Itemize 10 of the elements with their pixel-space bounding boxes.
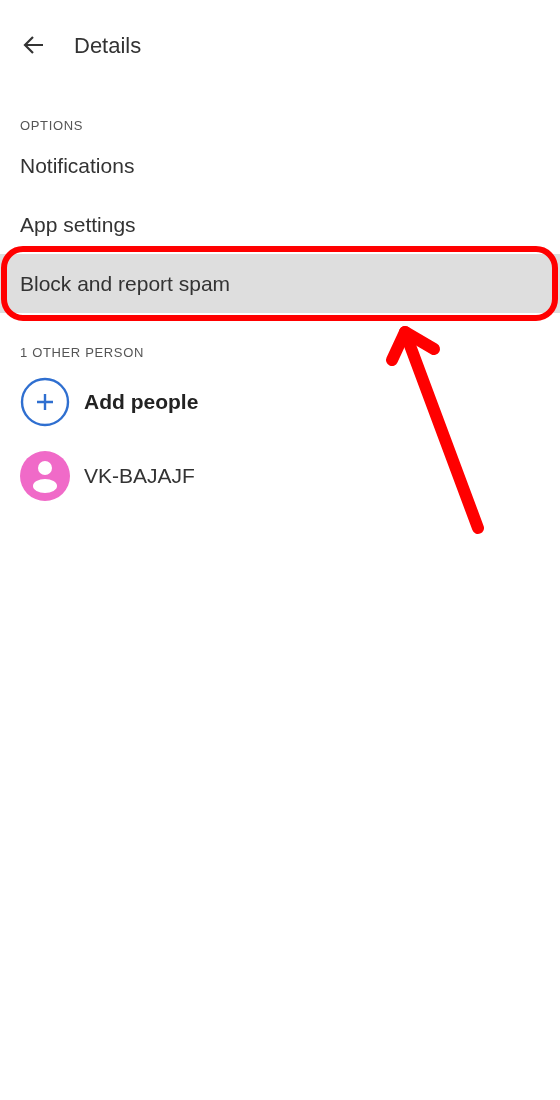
- avatar-icon[interactable]: [20, 451, 70, 501]
- menu-item[interactable]: Block and report spam: [0, 254, 560, 313]
- add-circle-icon[interactable]: [20, 377, 70, 427]
- menu-item[interactable]: App settings: [0, 195, 560, 254]
- contact-name[interactable]: VK-BAJAJF: [84, 460, 195, 492]
- section-heading: 1 OTHER PERSON: [19, 344, 145, 362]
- page-title: Details: [74, 31, 142, 60]
- menu-item[interactable]: Notifications: [0, 136, 560, 195]
- section-heading: OPTIONS: [19, 117, 85, 135]
- add-people-link[interactable]: Add people: [84, 386, 199, 418]
